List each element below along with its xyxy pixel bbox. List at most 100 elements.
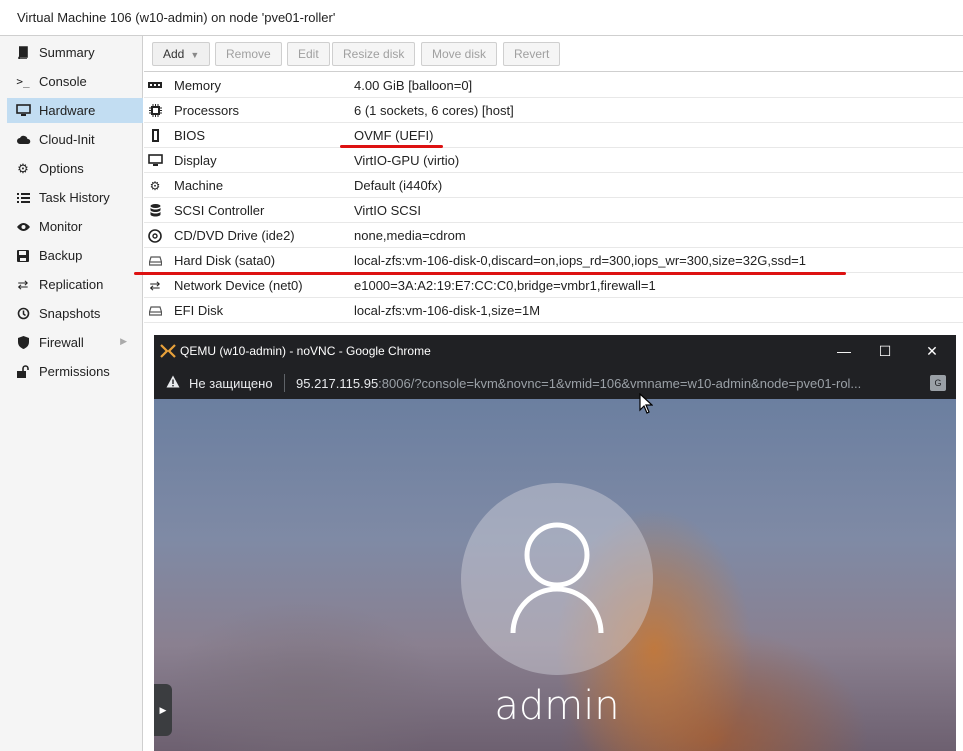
- sidebar-item-replication[interactable]: ⇄ Replication: [7, 272, 143, 297]
- sidebar-item-hardware[interactable]: Hardware: [7, 98, 143, 123]
- sidebar-item-snapshots[interactable]: Snapshots: [7, 301, 143, 326]
- hardware-key: EFI Disk: [174, 303, 224, 318]
- hardware-key: BIOS: [174, 128, 206, 143]
- sidebar-item-firewall[interactable]: Firewall ▶: [7, 330, 143, 355]
- floppy-icon: [15, 248, 31, 263]
- hardware-key: Memory: [174, 78, 221, 93]
- hardware-value: none,media=cdrom: [354, 228, 466, 243]
- sidebar-item-label: Options: [39, 161, 84, 176]
- hardware-value: 6 (1 sockets, 6 cores) [host]: [354, 103, 514, 118]
- window-title: Virtual Machine 106 (w10-admin) on node …: [17, 10, 336, 25]
- memory-icon: [147, 78, 163, 93]
- history-icon: [15, 306, 31, 321]
- sidebar-item-permissions[interactable]: Permissions: [7, 359, 143, 384]
- hardware-key: CD/DVD Drive (ide2): [174, 228, 295, 243]
- hardware-row-display[interactable]: Display VirtIO-GPU (virtio): [144, 148, 963, 173]
- chrome-address-bar[interactable]: Не защищено 95.217.115.95:8006/?console=…: [154, 367, 956, 399]
- microchip-icon: [147, 128, 163, 143]
- hardware-value: OVMF (UEFI): [354, 128, 434, 143]
- remove-button[interactable]: Remove: [215, 42, 282, 66]
- retweet-icon: ⇄: [17, 276, 29, 292]
- address-separator: [284, 374, 285, 392]
- sidebar-item-label: Summary: [39, 45, 95, 60]
- user-avatar: [461, 483, 653, 675]
- novnc-chrome-window: QEMU (w10-admin) - noVNC - Google Chrome…: [154, 335, 956, 751]
- user-icon: [510, 522, 604, 634]
- sidebar-item-label: Replication: [39, 277, 104, 292]
- maximize-icon[interactable]: ☐: [875, 341, 895, 361]
- novnc-logo-icon: [160, 343, 176, 359]
- add-button[interactable]: Add ▼: [152, 42, 211, 66]
- unlock-icon: [15, 364, 31, 379]
- hardware-row-cd-dvd-drive[interactable]: CD/DVD Drive (ide2) none,media=cdrom: [144, 223, 963, 248]
- sidebar-item-label: Permissions: [39, 364, 110, 379]
- desktop-icon: [147, 153, 163, 168]
- disc-icon: [147, 228, 163, 243]
- chevron-right-icon[interactable]: ▶: [120, 336, 127, 347]
- hardware-value: 4.00 GiB [balloon=0]: [354, 78, 473, 93]
- chrome-titlebar[interactable]: QEMU (w10-admin) - noVNC - Google Chrome…: [154, 335, 956, 367]
- list-icon: [15, 190, 31, 205]
- sidebar-item-label: Task History: [39, 190, 110, 205]
- sidebar: Summary >_ Console Hardware Cloud-Init ⚙…: [0, 36, 143, 751]
- hardware-value: Default (i440fx): [354, 178, 443, 193]
- sidebar-item-cloud-init[interactable]: Cloud-Init: [7, 127, 143, 152]
- url-path: :8006/?console=kvm&novnc=1&vmid=106&vmna…: [378, 376, 862, 391]
- novnc-sidebar-handle[interactable]: ▶: [154, 684, 172, 736]
- terminal-icon: >_: [16, 75, 30, 88]
- hardware-row-hard-disk[interactable]: Hard Disk (sata0) local-zfs:vm-106-disk-…: [144, 248, 963, 273]
- hardware-row-bios[interactable]: BIOS OVMF (UEFI): [144, 123, 963, 148]
- url-host: 95.217.115.95: [296, 376, 379, 391]
- cloud-icon: [15, 132, 31, 147]
- sidebar-item-console[interactable]: >_ Console: [7, 69, 143, 94]
- hardware-row-processors[interactable]: Processors 6 (1 sockets, 6 cores) [host]: [144, 98, 963, 123]
- edit-button[interactable]: Edit: [287, 42, 330, 66]
- minimize-icon[interactable]: —: [834, 341, 854, 361]
- sidebar-item-summary[interactable]: Summary: [7, 40, 143, 65]
- move-disk-button[interactable]: Move disk: [421, 42, 498, 66]
- warning-icon: [166, 375, 180, 389]
- hdd-icon: [147, 253, 163, 268]
- window-titlebar: Virtual Machine 106 (w10-admin) on node …: [0, 0, 963, 36]
- monitor-icon: [15, 103, 31, 118]
- hardware-row-memory[interactable]: Memory 4.00 GiB [balloon=0]: [144, 73, 963, 98]
- chrome-window-title: QEMU (w10-admin) - noVNC - Google Chrome: [180, 344, 431, 358]
- hardware-key: Hard Disk (sata0): [174, 253, 276, 268]
- hardware-key: Network Device (net0): [174, 278, 303, 293]
- hardware-row-network-device[interactable]: ⇄ Network Device (net0) e1000=3A:A2:19:E…: [144, 273, 963, 298]
- hardware-row-machine[interactable]: ⚙ Machine Default (i440fx): [144, 173, 963, 198]
- sidebar-item-label: Backup: [39, 248, 83, 263]
- eye-icon: [15, 219, 31, 234]
- hardware-row-efi-disk[interactable]: EFI Disk local-zfs:vm-106-disk-1,size=1M: [144, 298, 963, 323]
- sidebar-item-monitor[interactable]: Monitor: [7, 214, 143, 239]
- sidebar-item-label: Console: [39, 74, 87, 89]
- hardware-value: VirtIO-GPU (virtio): [354, 153, 460, 168]
- sidebar-item-label: Monitor: [39, 219, 83, 234]
- hardware-value: local-zfs:vm-106-disk-1,size=1M: [354, 303, 541, 318]
- not-secure-label[interactable]: Не защищено: [189, 376, 273, 391]
- hardware-key: SCSI Controller: [174, 203, 265, 218]
- translate-icon[interactable]: G: [930, 375, 946, 391]
- url-text[interactable]: 95.217.115.95:8006/?console=kvm&novnc=1&…: [296, 376, 916, 391]
- hardware-row-scsi-controller[interactable]: SCSI Controller VirtIO SCSI: [144, 198, 963, 223]
- sidebar-item-label: Firewall: [39, 335, 84, 350]
- cogs-icon: ⚙: [149, 178, 161, 193]
- cpu-icon: [147, 103, 163, 118]
- sidebar-item-backup[interactable]: Backup: [7, 243, 143, 268]
- vnc-screen[interactable]: admin ▶: [154, 399, 956, 751]
- close-icon[interactable]: ✕: [922, 341, 942, 361]
- gear-icon: ⚙: [17, 160, 29, 176]
- sidebar-item-options[interactable]: ⚙ Options: [7, 156, 143, 181]
- sidebar-item-label: Hardware: [39, 103, 96, 118]
- hardware-key: Machine: [174, 178, 224, 193]
- hardware-key: Display: [174, 153, 217, 168]
- resize-disk-button[interactable]: Resize disk: [332, 42, 416, 66]
- hardware-value: VirtIO SCSI: [354, 203, 421, 218]
- add-button-label: Add: [163, 47, 185, 61]
- shield-icon: [15, 335, 31, 350]
- hardware-value: e1000=3A:A2:19:E7:CC:C0,bridge=vmbr1,fir…: [354, 278, 656, 293]
- sidebar-item-task-history[interactable]: Task History: [7, 185, 143, 210]
- login-username: admin: [494, 683, 620, 729]
- database-icon: [147, 203, 163, 218]
- revert-button[interactable]: Revert: [503, 42, 561, 66]
